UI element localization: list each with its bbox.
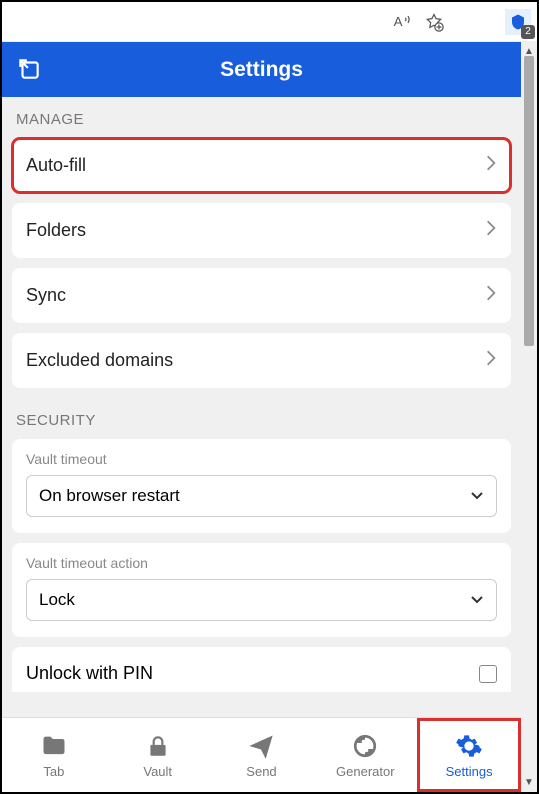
chevron-right-icon: [485, 284, 497, 307]
chevron-right-icon: [485, 349, 497, 372]
lock-icon: [144, 732, 172, 760]
nav-label: Send: [246, 764, 276, 779]
chevron-right-icon: [485, 219, 497, 242]
vault-timeout-select[interactable]: On browser restart: [26, 475, 497, 517]
select-value: On browser restart: [39, 486, 180, 506]
scroll-thumb[interactable]: [524, 56, 534, 346]
folder-icon: [40, 732, 68, 760]
vault-timeout-action-label: Vault timeout action: [26, 555, 497, 571]
scroll-down-arrow[interactable]: ▼: [524, 777, 534, 788]
nav-label: Generator: [336, 764, 395, 779]
list-item-label: Auto-fill: [26, 155, 86, 176]
nav-label: Tab: [43, 764, 64, 779]
vault-timeout-action-select[interactable]: Lock: [26, 579, 497, 621]
sync-row[interactable]: Sync: [12, 268, 511, 323]
favorites-icon[interactable]: [423, 11, 445, 33]
settings-content: MANAGE Auto-fill Folders Sync Excluded d…: [2, 97, 521, 717]
gear-icon: [455, 732, 483, 760]
vault-timeout-action-group: Vault timeout action Lock: [12, 543, 511, 637]
nav-send[interactable]: Send: [210, 718, 314, 792]
nav-label: Vault: [143, 764, 172, 779]
page-title: Settings: [220, 58, 303, 82]
unlock-with-pin-checkbox[interactable]: [479, 665, 497, 683]
bottom-nav: Tab Vault Send Generator Settings: [2, 717, 521, 792]
toolbar-spacer: [455, 11, 495, 33]
list-item-label: Folders: [26, 220, 86, 241]
select-value: Lock: [39, 590, 75, 610]
folders-row[interactable]: Folders: [12, 203, 511, 258]
popout-icon[interactable]: [16, 56, 42, 87]
read-aloud-icon[interactable]: A: [391, 11, 413, 33]
vault-timeout-label: Vault timeout: [26, 451, 497, 467]
chevron-down-icon: [470, 590, 484, 610]
extension-badge: 2: [521, 25, 535, 39]
autofill-row[interactable]: Auto-fill: [12, 138, 511, 193]
refresh-icon: [351, 732, 379, 760]
svg-text:A: A: [394, 14, 403, 29]
list-item-label: Excluded domains: [26, 350, 173, 371]
nav-settings[interactable]: Settings: [417, 718, 521, 792]
nav-label: Settings: [446, 764, 493, 779]
excluded-domains-row[interactable]: Excluded domains: [12, 333, 511, 388]
unlock-with-pin-row[interactable]: Unlock with PIN: [12, 647, 511, 692]
browser-toolbar: A 2: [2, 2, 537, 42]
send-icon: [247, 732, 275, 760]
nav-generator[interactable]: Generator: [313, 718, 417, 792]
extension-icon[interactable]: 2: [505, 9, 531, 35]
vault-timeout-group: Vault timeout On browser restart: [12, 439, 511, 533]
manage-section-label: MANAGE: [2, 97, 521, 138]
unlock-with-pin-label: Unlock with PIN: [26, 663, 153, 684]
nav-vault[interactable]: Vault: [106, 718, 210, 792]
chevron-down-icon: [470, 486, 484, 506]
scrollbar[interactable]: ▲ ▼: [521, 42, 537, 792]
security-section-label: SECURITY: [2, 398, 521, 439]
nav-tab[interactable]: Tab: [2, 718, 106, 792]
list-item-label: Sync: [26, 285, 66, 306]
chevron-right-icon: [485, 154, 497, 177]
settings-header: Settings: [2, 42, 521, 97]
